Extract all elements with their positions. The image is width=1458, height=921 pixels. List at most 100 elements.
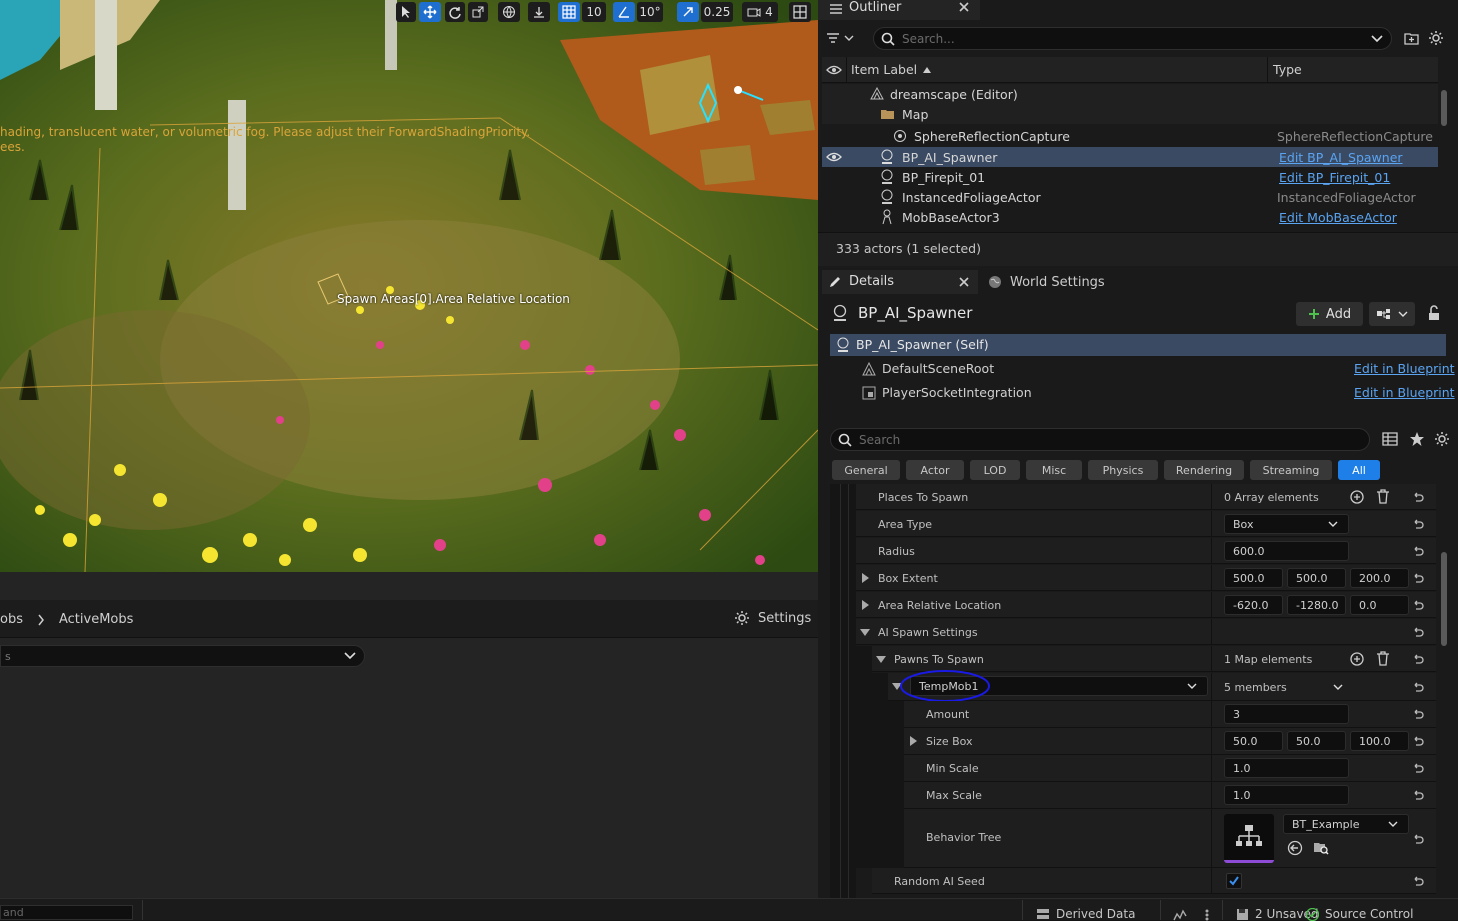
scale-snap-toggle[interactable] — [677, 2, 699, 22]
filter-physics[interactable]: Physics — [1088, 460, 1158, 480]
outliner-row[interactable]: MobBaseActor3 Edit MobBaseActor — [822, 207, 1438, 227]
min-scale-input[interactable]: 1.0 — [1224, 758, 1349, 778]
rotation-snap-value[interactable]: 10° — [637, 2, 663, 22]
viewport-layout-button[interactable] — [789, 2, 811, 22]
outliner-row[interactable]: SphereReflectionCapture SphereReflection… — [822, 126, 1438, 146]
details-search-input[interactable]: Search — [830, 428, 1370, 451]
add-element-icon[interactable] — [1350, 490, 1364, 504]
size-box-z[interactable]: 100.0 — [1350, 731, 1409, 751]
rotate-mode-button[interactable] — [445, 2, 465, 22]
close-icon[interactable] — [959, 2, 969, 12]
gear-icon[interactable] — [1434, 431, 1450, 447]
behavior-tree-thumbnail[interactable] — [1224, 814, 1274, 863]
area-location-z[interactable]: 0.0 — [1350, 595, 1409, 615]
add-component-button[interactable]: Add — [1296, 302, 1363, 326]
expand-arrow-icon[interactable] — [910, 736, 917, 746]
outliner-row-folder[interactable]: Map — [822, 104, 1438, 124]
chevron-down-icon[interactable] — [1333, 684, 1343, 691]
scale-mode-button[interactable] — [468, 2, 488, 22]
outliner-row[interactable]: BP_Firepit_01 Edit BP_Firepit_01 — [822, 167, 1438, 187]
scale-snap-value[interactable]: 0.25 — [701, 2, 733, 22]
source-control-button[interactable]: Source Control — [1306, 907, 1413, 921]
reset-icon[interactable] — [1412, 626, 1424, 638]
filter-rendering[interactable]: Rendering — [1164, 460, 1244, 480]
reset-icon[interactable] — [1412, 789, 1424, 801]
content-filter-combo[interactable]: s — [0, 645, 365, 667]
expand-arrow-icon[interactable] — [862, 600, 869, 610]
details-scrollbar[interactable] — [1441, 552, 1447, 646]
reset-icon[interactable] — [1412, 599, 1424, 611]
reset-icon[interactable] — [1412, 491, 1424, 503]
select-mode-button[interactable] — [396, 2, 416, 22]
translate-mode-button[interactable] — [419, 2, 441, 22]
world-settings-tab[interactable]: World Settings — [988, 270, 1118, 294]
max-scale-input[interactable]: 1.0 — [1224, 785, 1349, 805]
console-input[interactable]: and — [0, 905, 133, 920]
area-type-dropdown[interactable]: Box — [1224, 514, 1349, 534]
box-extent-y[interactable]: 500.0 — [1287, 568, 1346, 588]
size-box-y[interactable]: 50.0 — [1287, 731, 1346, 751]
outliner-scrollbar[interactable] — [1441, 90, 1447, 126]
edit-blueprint-link[interactable]: Edit BP_AI_Spawner — [1279, 150, 1403, 165]
star-icon[interactable] — [1409, 431, 1425, 447]
reset-icon[interactable] — [1412, 681, 1424, 693]
outliner-row-selected[interactable]: BP_AI_Spawner Edit BP_AI_Spawner — [822, 147, 1438, 167]
area-location-y[interactable]: -1280.0 — [1287, 595, 1346, 615]
component-label[interactable]: PlayerSocketIntegration — [882, 385, 1032, 400]
random-ai-seed-checkbox[interactable] — [1226, 873, 1242, 889]
reset-icon[interactable] — [1412, 833, 1424, 845]
level-viewport[interactable]: 10 10° 0.25 4 hading, translucent water,… — [0, 0, 818, 572]
area-location-x[interactable]: -620.0 — [1224, 595, 1283, 615]
edit-in-blueprint-link[interactable]: Edit in Blueprint — [1354, 361, 1455, 376]
box-extent-x[interactable]: 500.0 — [1224, 568, 1283, 588]
derived-data-button[interactable]: Derived Data — [1036, 907, 1135, 921]
rotation-snap-toggle[interactable] — [613, 2, 635, 22]
edit-blueprint-link[interactable]: Edit MobBaseActor — [1279, 210, 1397, 225]
amount-input[interactable]: 3 — [1224, 704, 1349, 724]
members-count[interactable]: 5 members — [1224, 681, 1287, 694]
gear-icon[interactable] — [1428, 30, 1444, 46]
reset-icon[interactable] — [1412, 762, 1424, 774]
reset-icon[interactable] — [1412, 545, 1424, 557]
trash-icon[interactable] — [1376, 651, 1390, 666]
add-element-icon[interactable] — [1350, 652, 1364, 666]
close-icon[interactable] — [959, 277, 969, 287]
reset-icon[interactable] — [1412, 708, 1424, 720]
reset-icon[interactable] — [1412, 653, 1424, 665]
behavior-tree-picker[interactable]: BT_Example — [1283, 814, 1409, 834]
camera-speed-button[interactable]: 4 — [742, 2, 778, 22]
edit-in-blueprint-link[interactable]: Edit in Blueprint — [1354, 385, 1455, 400]
column-header-label[interactable]: Item Label — [851, 62, 932, 77]
reset-icon[interactable] — [1412, 875, 1424, 887]
blueprint-options-button[interactable] — [1369, 302, 1415, 326]
box-extent-z[interactable]: 200.0 — [1350, 568, 1409, 588]
radius-input[interactable]: 600.0 — [1224, 541, 1349, 561]
component-label[interactable]: DefaultSceneRoot — [882, 361, 994, 376]
filter-general[interactable]: General — [832, 460, 900, 480]
trace-icon[interactable] — [1173, 909, 1187, 921]
filter-actor[interactable]: Actor — [906, 460, 964, 480]
breadcrumb-item-1[interactable]: ActiveMobs — [59, 612, 133, 627]
eye-icon[interactable] — [826, 65, 842, 75]
content-settings-button[interactable]: Settings — [734, 610, 811, 626]
use-selected-icon[interactable] — [1287, 840, 1303, 856]
eye-icon[interactable] — [826, 152, 842, 162]
filter-lod[interactable]: LOD — [970, 460, 1020, 480]
grid-snap-value[interactable]: 10 — [582, 2, 606, 22]
edit-blueprint-link[interactable]: Edit BP_Firepit_01 — [1279, 170, 1390, 185]
grid-snap-toggle[interactable] — [558, 2, 580, 22]
outliner-row-world[interactable]: dreamscape (Editor) — [822, 84, 1438, 104]
details-tab[interactable] — [822, 270, 978, 294]
outliner-filter-button[interactable] — [826, 28, 866, 48]
column-header-type[interactable]: Type — [1273, 62, 1302, 77]
details-actor-name[interactable]: BP_AI_Spawner — [858, 304, 972, 322]
world-local-toggle[interactable] — [498, 2, 520, 22]
table-view-icon[interactable] — [1382, 432, 1398, 446]
reset-icon[interactable] — [1412, 572, 1424, 584]
filter-misc[interactable]: Misc — [1026, 460, 1082, 480]
outliner-search-input[interactable]: Search... — [873, 27, 1392, 50]
unlock-icon[interactable] — [1427, 305, 1441, 321]
trash-icon[interactable] — [1376, 489, 1390, 504]
expand-arrow-icon[interactable] — [862, 573, 869, 583]
breadcrumb-item-0[interactable]: obs — [0, 612, 23, 627]
